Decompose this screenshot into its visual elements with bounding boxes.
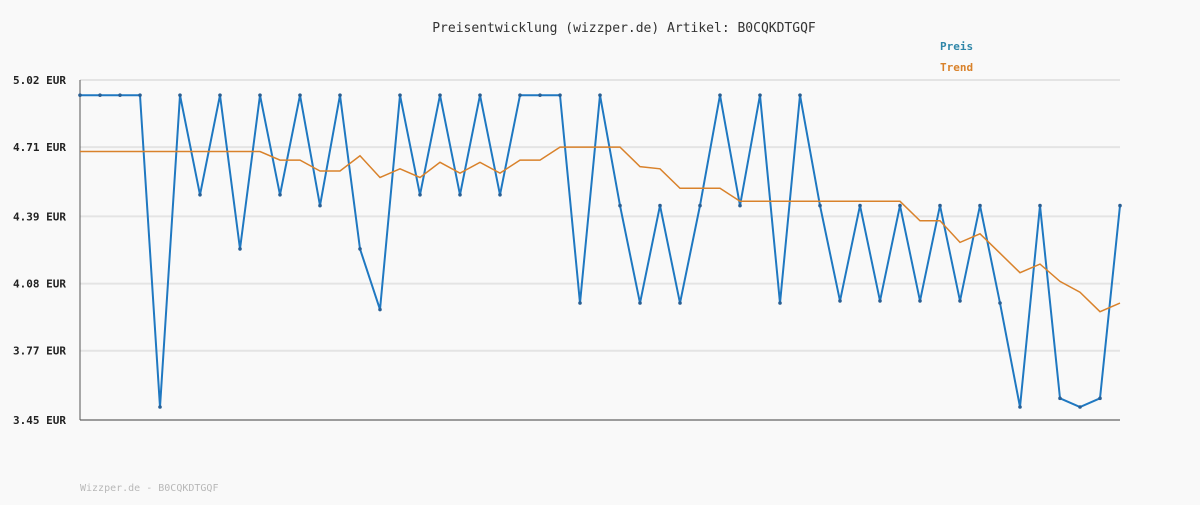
data-point-preis [498,192,502,197]
data-point-preis [778,301,782,305]
data-point-preis [518,93,522,97]
data-point-preis [1038,203,1042,208]
data-point-preis [1078,405,1082,409]
data-point-preis [158,405,162,409]
data-point-preis [378,307,382,312]
legend-item-preis: Preis [940,40,973,53]
y-tick-label: 3.45 EUR [13,414,66,427]
data-point-preis [398,93,402,97]
data-point-preis [138,93,142,97]
data-point-preis [698,203,702,208]
legend-item-trend: Trend [940,61,973,74]
data-point-preis [198,192,202,197]
data-point-preis [798,93,802,97]
data-point-preis [858,203,862,208]
data-point-preis [1018,405,1022,409]
data-point-preis [538,93,542,97]
data-point-preis [898,203,902,208]
y-tick-labels: 3.45 EUR 3.77 EUR 4.08 EUR 4.39 EUR 4.71 EUR… [13,74,66,427]
data-point-preis [718,93,722,97]
y-tick-label: 4.39 EUR [13,210,66,223]
data-point-preis [1098,396,1102,401]
data-point-preis [1118,203,1122,208]
data-point-preis [938,203,942,208]
chart-title: Preisentwicklung (wizzper.de) Artikel: B… [432,21,816,36]
data-point-preis [558,93,562,97]
data-point-preis [278,192,282,197]
data-point-preis [678,301,682,305]
data-point-preis [238,247,242,251]
data-point-preis [878,299,882,303]
y-tick-label: 3.77 EUR [13,345,66,358]
axes [79,80,1120,421]
data-point-preis [78,93,82,97]
price-chart: 3.45 EUR 3.77 EUR 4.08 EUR 4.39 EUR 4.71 EUR… [0,0,1200,500]
data-point-preis [738,203,742,208]
data-point-preis [958,299,962,303]
grid-lines [80,79,1120,421]
data-point-preis [918,299,922,303]
data-point-preis [298,93,302,97]
data-point-preis [618,203,622,208]
data-point-preis [438,93,442,97]
y-tick-label: 5.02 EUR [13,74,66,87]
data-point-preis [838,299,842,303]
data-point-preis [358,247,362,251]
data-point-preis [1058,396,1062,401]
data-point-preis [218,93,222,97]
data-point-preis [998,301,1002,305]
series-layer [78,93,1122,409]
data-point-preis [318,203,322,208]
data-point-preis [758,93,762,97]
series-line-preis [80,94,1121,409]
series-line-trend [80,146,1121,313]
data-point-preis [98,93,102,97]
y-tick-label: 4.71 EUR [13,141,66,154]
data-point-preis [178,93,182,97]
data-point-preis [118,93,122,97]
data-point-preis [598,93,602,97]
data-point-preis [978,203,982,208]
data-point-preis [578,301,582,305]
data-point-preis [458,192,462,197]
chart-svg: 3.45 EUR 3.77 EUR 4.08 EUR 4.39 EUR 4.71 EUR… [13,21,1122,494]
data-point-preis [338,93,342,97]
footer-credit: Wizzper.de - B0CQKDTGQF [80,483,218,494]
data-point-preis [418,192,422,197]
data-point-preis [258,93,262,97]
data-point-preis [638,301,642,305]
data-point-preis [658,203,662,208]
y-tick-label: 4.08 EUR [13,278,66,291]
data-point-preis [478,93,482,97]
data-point-preis [818,203,822,208]
